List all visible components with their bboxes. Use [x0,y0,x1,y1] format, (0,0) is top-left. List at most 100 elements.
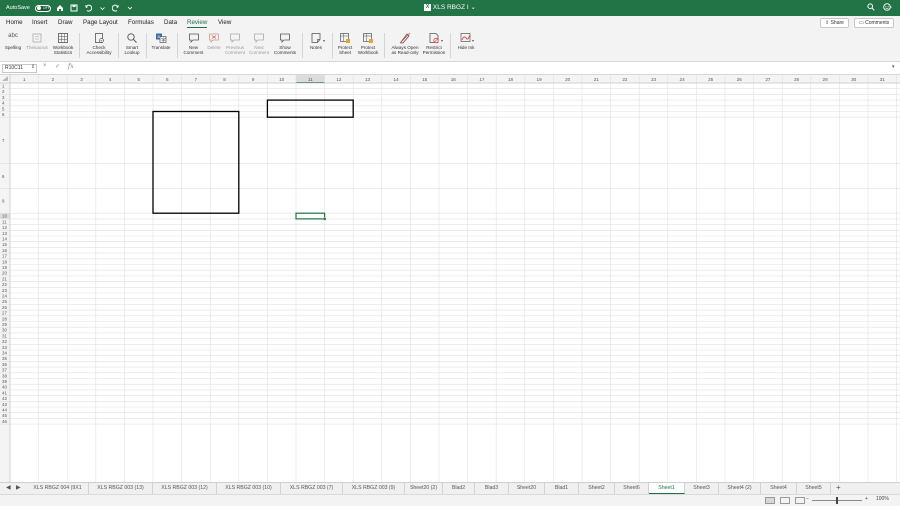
tab-page-layout[interactable]: Page Layout [83,19,118,26]
column-header-17[interactable]: 17 [479,77,485,82]
column-header-19[interactable]: 19 [537,77,543,82]
tab-home[interactable]: Home [6,19,23,26]
column-header-1[interactable]: 1 [23,77,26,82]
row-header-43[interactable]: 43 [2,402,7,407]
column-header-22[interactable]: 22 [622,77,628,82]
row-header-44[interactable]: 44 [2,407,7,412]
grid-canvas[interactable]: 1 2 3 4 5 6 7 8 9 10 11 12 13 14 15 16 17 18 19 20 21 22 23 24 2… [0,75,900,482]
tab-view[interactable]: View [218,19,231,26]
column-header-21[interactable]: 21 [594,77,600,82]
cell-border-box-1[interactable] [152,110,240,214]
column-header-8[interactable]: 8 [223,77,226,82]
column-header-4[interactable]: 4 [109,77,112,82]
active-cell[interactable] [295,212,326,220]
autosave-toggle[interactable]: OFF [34,4,51,12]
row-header-26[interactable]: 26 [2,305,7,310]
column-header-23[interactable]: 23 [651,77,657,82]
column-header-11[interactable]: 11 [308,77,313,82]
tab-review[interactable]: Review [187,19,208,28]
sheet-tab[interactable]: XLS RBGZ 003 (13) [89,483,153,494]
cancel-icon[interactable]: × [43,63,47,69]
next-comment-button[interactable]: Next Comment [247,32,271,55]
row-header-45[interactable]: 45 [2,413,7,418]
previous-comment-button[interactable]: Previous Comment [223,32,247,55]
row-header-41[interactable]: 41 [2,390,7,395]
sheet-tab[interactable]: Sheet3 [685,483,719,494]
sheet-tab[interactable]: Sheet6 [615,483,649,494]
hide-ink-chevron-icon[interactable]: ▾ [472,38,474,43]
column-header-13[interactable]: 13 [365,77,371,82]
save-icon[interactable] [70,4,79,13]
zoom-out-button[interactable]: − [806,496,809,502]
row-header-18[interactable]: 18 [2,259,7,264]
insert-function-icon[interactable]: fx [68,63,74,70]
normal-view-button[interactable] [765,497,775,504]
sheet-tab[interactable]: Sheet1 [649,483,685,494]
sheet-tab[interactable]: XLS RBGZ 003 (9) [343,483,405,494]
new-comment-button[interactable]: New Comment [180,32,207,55]
column-header-26[interactable]: 26 [737,77,743,82]
row-header-23[interactable]: 23 [2,288,7,293]
always-open-read-only-button[interactable]: Always Open as Read-only [388,32,422,55]
cell-border-box-2[interactable] [266,99,354,118]
row-header-24[interactable]: 24 [2,293,7,298]
tab-draw[interactable]: Draw [58,19,72,26]
sheet-tab[interactable]: Blad2 [443,483,475,494]
page-layout-view-button[interactable] [780,497,790,504]
column-header-2[interactable]: 2 [52,77,55,82]
row-header-11[interactable]: 11 [2,219,7,224]
workbook-statistics-button[interactable]: Workbook Statistics [50,32,76,55]
row-header-38[interactable]: 38 [2,373,7,378]
smiley-icon[interactable] [883,3,892,13]
sheet-tab[interactable]: XLS RBGZ 003 (12) [153,483,217,494]
prev-sheet-icon[interactable]: ◀ [6,484,11,491]
row-header-37[interactable]: 37 [2,368,7,373]
sheet-tab[interactable]: Sheet4 (2) [719,483,761,494]
column-header-28[interactable]: 28 [794,77,800,82]
column-header-9[interactable]: 9 [252,77,255,82]
column-header-29[interactable]: 29 [823,77,829,82]
row-header-12[interactable]: 12 [2,225,7,230]
row-header-17[interactable]: 17 [2,254,7,259]
sheet-tab[interactable]: Sheet2 [579,483,615,494]
share-button[interactable]: ⇪ Share [820,18,849,28]
column-header-6[interactable]: 6 [166,77,169,82]
sheet-tab[interactable]: Sheet5 [797,483,831,494]
sheet-tab[interactable]: XLS RBGZ 003 (7) [281,483,343,494]
tab-data[interactable]: Data [164,19,177,26]
enter-icon[interactable]: ✓ [55,63,60,70]
tab-insert[interactable]: Insert [32,19,47,26]
restrict-permission-button[interactable]: Restrict Permission [421,32,447,55]
next-sheet-icon[interactable]: ▶ [16,484,21,491]
sheet-tab[interactable]: Blad3 [475,483,509,494]
row-header-14[interactable]: 14 [2,236,7,241]
add-sheet-button[interactable]: + [836,483,841,493]
row-header-22[interactable]: 22 [2,282,7,287]
redo-icon[interactable] [112,4,121,13]
tab-formulas[interactable]: Formulas [128,19,154,26]
column-header-18[interactable]: 18 [508,77,514,82]
row-header-13[interactable]: 13 [2,231,7,236]
row-header-36[interactable]: 36 [2,362,7,367]
translate-button[interactable]: a字 Translate [149,32,173,50]
column-header-12[interactable]: 12 [336,77,342,82]
worksheet-grid[interactable]: 1 2 3 4 5 6 7 8 9 10 11 12 13 14 15 16 17 18 19 20 21 22 23 24 2… [0,75,900,482]
comments-button[interactable]: ▭ Comments [854,18,895,28]
row-header-42[interactable]: 42 [2,396,7,401]
undo-icon[interactable] [84,4,93,13]
zoom-in-button[interactable]: + [865,496,868,502]
column-header-25[interactable]: 25 [708,77,714,82]
column-header-14[interactable]: 14 [394,77,400,82]
check-accessibility-button[interactable]: Check Accessibility [84,32,114,55]
row-header-15[interactable]: 15 [2,242,7,247]
hide-ink-button[interactable]: Hide Ink [454,32,478,50]
chevron-down-icon[interactable] [98,4,107,13]
formula-input[interactable] [80,62,890,74]
title-chevron-icon[interactable]: ⌄ [470,4,475,11]
sheet-tab[interactable]: XLS RBGZ 004 (9X1 [27,483,89,494]
row-header-16[interactable]: 16 [2,248,7,253]
row-header-31[interactable]: 31 [2,333,7,338]
row-header-32[interactable]: 32 [2,339,7,344]
row-header-10[interactable]: 10 [2,214,7,219]
protect-sheet-button[interactable]: Protect Sheet [335,32,355,55]
